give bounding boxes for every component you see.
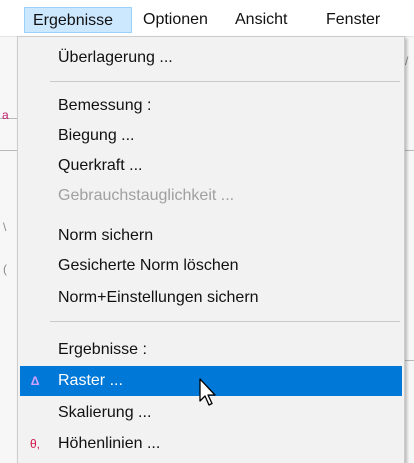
background-divider [405,150,414,151]
menu-separator [50,81,400,82]
menu-header-bemessung: Bemessung : [20,91,402,121]
menu-ansicht[interactable]: Ansicht [227,7,295,33]
menu-item-label: Überlagerung ... [58,49,173,66]
menu-item-label: Querkraft ... [58,157,143,174]
menu-item-label: Norm sichern [58,227,154,244]
background-divider [405,360,414,361]
background-glyph: ( [3,262,7,276]
menu-item-label: Gesicherte Norm löschen [58,257,239,274]
menu-item-label: Biegung ... [58,127,135,144]
background-glyph: \ [3,220,7,234]
menu-item-label: Raster ... [58,372,123,389]
raster-icon: Δ [30,374,40,388]
menu-item-label: Skalierung ... [58,404,152,421]
menu-item-querkraft[interactable]: Querkraft ... [20,151,402,181]
background-glyph: / [405,54,409,68]
menu-item-label: Ergebnisse : [58,341,147,358]
background-glyph: a [2,108,9,122]
menu-item-gesicherte-norm-loeschen[interactable]: Gesicherte Norm löschen [20,251,402,281]
menu-bar: Ergebnisse Optionen Ansicht Fenster [0,0,414,37]
menu-item-ueberlagerung[interactable]: Überlagerung ... [20,43,402,73]
menu-item-norm-einstellungen-sichern[interactable]: Norm+Einstellungen sichern [20,283,402,313]
menu-item-label: Bemessung : [58,97,152,114]
menu-item-norm-sichern[interactable]: Norm sichern [20,221,402,251]
menu-item-gebrauchstauglichkeit: Gebrauchstauglichkeit ... [20,181,402,211]
menu-fenster[interactable]: Fenster [318,7,388,33]
mouse-pointer-icon [199,378,216,406]
menu-item-hoehenlinien[interactable]: θ, Höhenlinien ... [20,429,402,459]
menu-item-label: Höhenlinien ... [58,435,161,452]
menu-optionen[interactable]: Optionen [135,7,216,33]
menu-ergebnisse[interactable]: Ergebnisse [24,7,132,33]
background-divider [0,150,17,151]
menu-item-label: Gebrauchstauglichkeit ... [58,187,235,204]
menu-item-label: Norm+Einstellungen sichern [58,289,259,306]
contour-lines-icon: θ, [29,437,40,451]
menu-header-ergebnisse: Ergebnisse : [20,335,402,365]
menu-item-biegung[interactable]: Biegung ... [20,121,402,151]
menu-separator [50,321,400,322]
